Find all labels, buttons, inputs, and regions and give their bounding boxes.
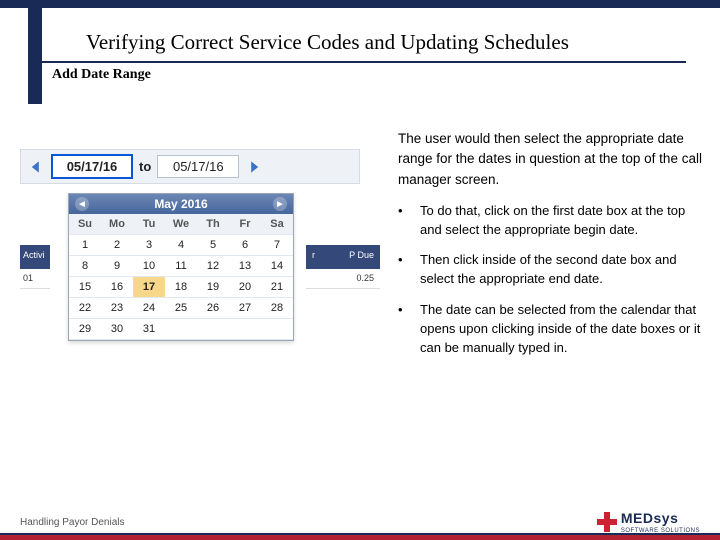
to-label: to xyxy=(139,159,151,174)
bullet-text: To do that, click on the first date box … xyxy=(420,202,708,240)
calendar-day-cell[interactable]: 22 xyxy=(69,298,101,319)
prev-range-button[interactable] xyxy=(27,158,45,176)
grid-header-right-b: P Due xyxy=(349,250,374,264)
calendar-day-cell[interactable]: 3 xyxy=(133,235,165,256)
next-range-button[interactable] xyxy=(245,158,263,176)
calendar-day-cell[interactable]: 26 xyxy=(197,298,229,319)
calendar-next-icon[interactable]: ► xyxy=(273,197,287,211)
cross-icon xyxy=(597,512,617,532)
grid-header-left: Activi xyxy=(20,245,50,269)
calendar-day-cell[interactable]: 1 xyxy=(69,235,101,256)
calendar-day-cell[interactable]: 31 xyxy=(133,319,165,340)
brand-subtext: SOFTWARE SOLUTIONS xyxy=(621,528,700,534)
bullet-dot: • xyxy=(398,202,408,240)
calendar-day-cell[interactable]: 14 xyxy=(261,256,293,277)
calendar-dow-cell: Th xyxy=(197,214,229,235)
bullet-dot: • xyxy=(398,251,408,289)
calendar-month-label: May 2016 xyxy=(154,197,207,211)
calendar-popup[interactable]: ◄ May 2016 ► SuMoTuWeThFrSa 123456789101… xyxy=(68,193,294,341)
calendar-day-cell[interactable]: 2 xyxy=(101,235,133,256)
brand-text-accent: sys xyxy=(654,510,679,526)
screenshot-panel: to Activi r P Due 01 0.25 ◄ May 2016 ► S… xyxy=(20,149,360,184)
calendar-dow-cell: Fr xyxy=(229,214,261,235)
calendar-day-cell[interactable]: 28 xyxy=(261,298,293,319)
bullet-text: The date can be selected from the calend… xyxy=(420,301,708,358)
end-date-input[interactable] xyxy=(157,155,239,178)
calendar-week-row: 22232425262728 xyxy=(69,298,293,319)
calendar-day-cell[interactable]: 10 xyxy=(133,256,165,277)
calendar-week-row: 293031 xyxy=(69,319,293,340)
calendar-day-cell[interactable]: 17 xyxy=(133,277,165,298)
grid-header-right: r P Due xyxy=(306,245,380,269)
calendar-day-cell xyxy=(197,319,229,340)
brand-text-main: MED xyxy=(621,510,654,526)
grid-header-right-a: r xyxy=(312,250,315,264)
date-range-bar: to xyxy=(20,149,360,184)
calendar-day-cell[interactable]: 15 xyxy=(69,277,101,298)
footer-left-text: Handling Payor Denials xyxy=(20,517,125,528)
calendar-day-cell[interactable]: 5 xyxy=(197,235,229,256)
calendar-day-cell[interactable]: 19 xyxy=(197,277,229,298)
calendar-dow-cell: We xyxy=(165,214,197,235)
calendar-dow-cell: Su xyxy=(69,214,101,235)
bullet-item: • Then click inside of the second date bo… xyxy=(398,251,708,289)
calendar-dow-cell: Mo xyxy=(101,214,133,235)
calendar-day-cell[interactable]: 30 xyxy=(101,319,133,340)
calendar-day-cell[interactable]: 27 xyxy=(229,298,261,319)
top-bar xyxy=(0,0,720,8)
calendar-grid: SuMoTuWeThFrSa 1234567891011121314151617… xyxy=(69,214,293,340)
calendar-dow-row: SuMoTuWeThFrSa xyxy=(69,214,293,235)
grid-row-left: 01 xyxy=(20,269,50,289)
bullet-text: Then click inside of the second date box… xyxy=(420,251,708,289)
brand-logo: MEDsys SOFTWARE SOLUTIONS xyxy=(597,510,700,534)
calendar-dow-cell: Sa xyxy=(261,214,293,235)
calendar-week-row: 1234567 xyxy=(69,235,293,256)
calendar-day-cell[interactable]: 8 xyxy=(69,256,101,277)
calendar-day-cell[interactable]: 11 xyxy=(165,256,197,277)
calendar-day-cell[interactable]: 4 xyxy=(165,235,197,256)
footer-rule-red xyxy=(0,535,720,540)
page-subtitle: Add Date Range xyxy=(52,67,720,83)
body-text: The user would then select the appropria… xyxy=(398,129,708,358)
calendar-prev-icon[interactable]: ◄ xyxy=(75,197,89,211)
calendar-day-cell[interactable]: 23 xyxy=(101,298,133,319)
calendar-day-cell[interactable]: 18 xyxy=(165,277,197,298)
bullet-list: • To do that, click on the first date box… xyxy=(398,202,708,358)
grid-row-right: 0.25 xyxy=(306,269,380,289)
calendar-day-cell[interactable]: 13 xyxy=(229,256,261,277)
calendar-day-cell[interactable]: 12 xyxy=(197,256,229,277)
calendar-header: ◄ May 2016 ► xyxy=(69,194,293,214)
page-title: Verifying Correct Service Codes and Upda… xyxy=(86,30,644,55)
bullet-item: • To do that, click on the first date box… xyxy=(398,202,708,240)
calendar-day-cell[interactable]: 7 xyxy=(261,235,293,256)
calendar-day-cell xyxy=(229,319,261,340)
calendar-day-cell[interactable]: 16 xyxy=(101,277,133,298)
calendar-day-cell[interactable]: 20 xyxy=(229,277,261,298)
calendar-day-cell[interactable]: 6 xyxy=(229,235,261,256)
bullet-dot: • xyxy=(398,301,408,358)
calendar-week-row: 891011121314 xyxy=(69,256,293,277)
calendar-dow-cell: Tu xyxy=(133,214,165,235)
header: Verifying Correct Service Codes and Upda… xyxy=(34,8,686,63)
calendar-day-cell[interactable]: 21 xyxy=(261,277,293,298)
calendar-day-cell xyxy=(261,319,293,340)
calendar-day-cell[interactable]: 9 xyxy=(101,256,133,277)
calendar-day-cell[interactable]: 29 xyxy=(69,319,101,340)
content-area: to Activi r P Due 01 0.25 ◄ May 2016 ► S… xyxy=(0,89,720,358)
calendar-week-row: 15161718192021 xyxy=(69,277,293,298)
intro-paragraph: The user would then select the appropria… xyxy=(398,129,708,190)
calendar-day-cell[interactable]: 25 xyxy=(165,298,197,319)
calendar-day-cell xyxy=(165,319,197,340)
bullet-item: •The date can be selected from the calen… xyxy=(398,301,708,358)
calendar-day-cell[interactable]: 24 xyxy=(133,298,165,319)
footer: Handling Payor Denials MEDsys SOFTWARE S… xyxy=(0,504,720,540)
start-date-input[interactable] xyxy=(51,154,133,179)
